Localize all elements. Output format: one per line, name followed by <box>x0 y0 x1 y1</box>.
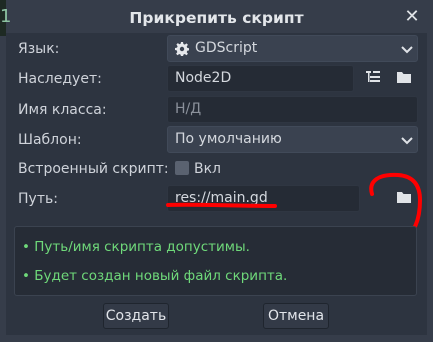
cancel-button[interactable]: Отмена <box>263 303 329 329</box>
validation-message: • Путь/имя скрипта допустимы. <box>22 239 250 255</box>
create-button[interactable]: Создать <box>103 303 169 329</box>
validation-message: • Будет создан новый файл скрипта. <box>22 268 288 284</box>
